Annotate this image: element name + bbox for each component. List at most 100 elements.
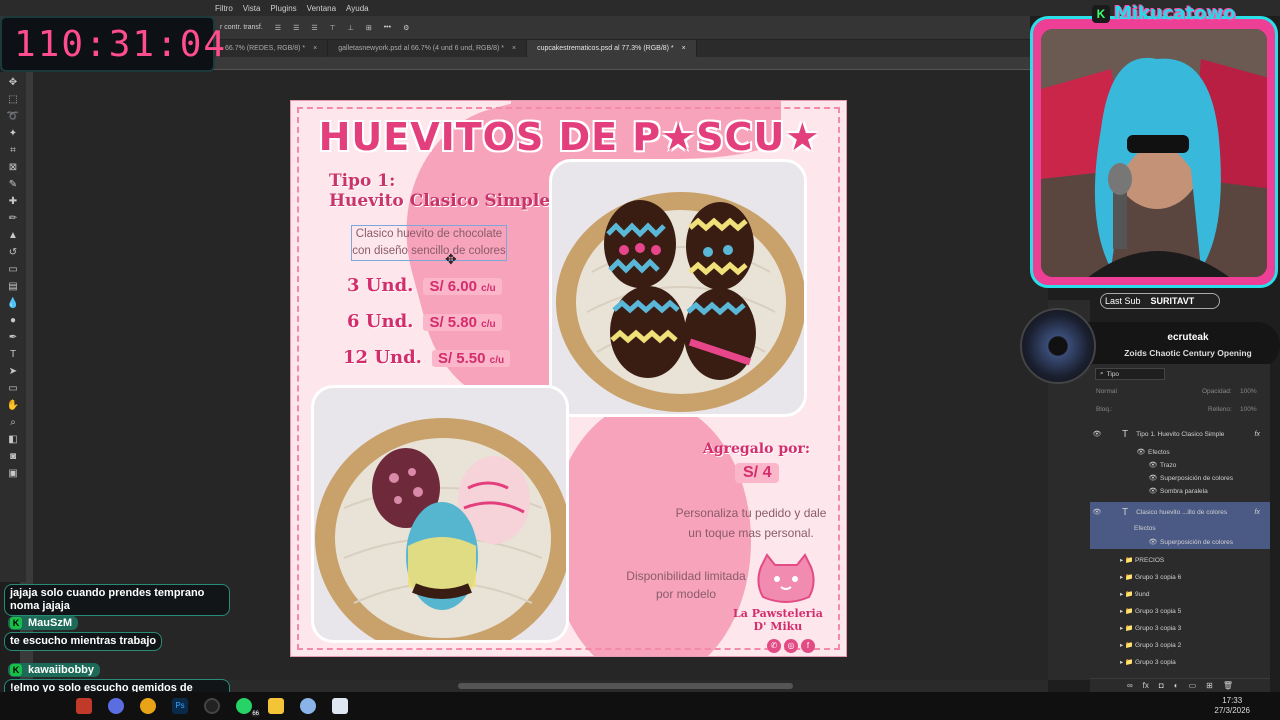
close-icon[interactable]: × xyxy=(512,45,516,52)
chat-username-text: kawaiibobby xyxy=(28,664,95,676)
menu-vista[interactable]: Vista xyxy=(243,4,261,13)
shape-tool-icon[interactable]: ▭ xyxy=(7,382,20,395)
magic-wand-icon[interactable]: ✦ xyxy=(7,127,20,140)
align-top-icon[interactable]: ⊤ xyxy=(330,24,336,32)
eyedropper-icon[interactable]: ✎ xyxy=(7,178,20,191)
visibility-eye-icon[interactable]: 👁 xyxy=(1146,487,1160,495)
new-layer-icon[interactable]: ⊞ xyxy=(1206,681,1213,690)
screen-mode-icon[interactable]: ▣ xyxy=(7,467,20,480)
layer-group-row[interactable]: ▸ 📁 9und xyxy=(1090,586,1270,602)
layer-effects-row[interactable]: Efectos xyxy=(1090,522,1270,535)
blur-tool-icon[interactable]: 💧 xyxy=(7,297,20,310)
whatsapp-icon: ✆ xyxy=(767,639,781,653)
pen-tool-icon[interactable]: ✒ xyxy=(7,331,20,344)
visibility-eye-icon[interactable]: 👁 xyxy=(1146,538,1160,546)
layer-group-row[interactable]: ▸ 📁 Grupo 3 copia 6 xyxy=(1090,569,1270,585)
fx-icon[interactable]: fx xyxy=(1255,431,1260,438)
quick-mask-icon[interactable]: ◙ xyxy=(7,450,20,463)
trash-icon[interactable]: 🗑 xyxy=(1223,681,1233,690)
visibility-eye-icon[interactable]: 👁 xyxy=(1146,474,1160,482)
tab-galletas[interactable]: galletasnewyork.psd al 66.7% (4 und 6 un… xyxy=(328,40,528,57)
align-middle-icon[interactable]: ⊥ xyxy=(348,24,354,32)
close-icon[interactable]: × xyxy=(313,45,317,52)
notepad-icon[interactable] xyxy=(332,698,348,714)
close-icon[interactable]: × xyxy=(682,45,686,52)
kick-badge-icon: K xyxy=(10,664,22,676)
system-clock[interactable]: 17:33 27/3/2026 xyxy=(1214,696,1250,716)
new-group-icon[interactable]: ▭ xyxy=(1189,681,1197,690)
tab-label: cupcakestrematicos.psd al 77.3% (RGB/8) … xyxy=(537,45,674,52)
visibility-eye-icon[interactable]: 👁 xyxy=(1134,448,1148,456)
align-right-icon[interactable]: ☰ xyxy=(311,24,317,32)
visibility-eye-icon[interactable]: 👁 xyxy=(1146,461,1160,469)
align-left-icon[interactable]: ☰ xyxy=(275,24,281,32)
layer-group-row[interactable]: ▸ 📁 Grupo 3 copia 5 xyxy=(1090,603,1270,619)
document-canvas[interactable]: HUEVITOS DE P★SCU★ Tipo 1: Huevito Clasi… xyxy=(290,100,847,657)
instagram-icon: ◎ xyxy=(784,639,798,653)
visibility-eye-icon[interactable]: 👁 xyxy=(1090,508,1104,516)
eggs-photo-1 xyxy=(549,159,807,417)
mask-icon[interactable]: ◘ xyxy=(1159,681,1164,690)
adjustment-icon[interactable]: ◐ xyxy=(1174,681,1179,690)
scrollbar-thumb[interactable] xyxy=(458,683,793,689)
price-suffix: c/u xyxy=(481,319,496,330)
layer-group-row[interactable]: ▸ 📁 PRECIOS xyxy=(1090,552,1270,568)
more-options-button[interactable]: ••• xyxy=(384,24,391,31)
photoshop-icon[interactable]: Ps xyxy=(172,698,188,714)
marquee-tool-icon[interactable]: ⬚ xyxy=(7,93,20,106)
layer-row[interactable]: 👁 T Tipo 1. Huevito Clasico Simple fx xyxy=(1090,426,1270,442)
blend-mode-select[interactable]: Normal xyxy=(1096,388,1117,395)
opacity-value[interactable]: 100% xyxy=(1240,388,1257,395)
chat-username-text: MauSzM xyxy=(28,617,72,629)
fill-value[interactable]: 100% xyxy=(1240,406,1257,413)
menu-ayuda[interactable]: Ayuda xyxy=(346,4,369,13)
selected-text-layer[interactable]: Clasico huevito de chocolate con diseño … xyxy=(351,225,507,261)
brave-icon[interactable] xyxy=(76,698,92,714)
layer-row-selected[interactable]: 👁 T Clasico huevito ...illo de colores fx xyxy=(1090,502,1270,522)
crop-tool-icon[interactable]: ⌗ xyxy=(7,144,20,157)
path-selection-icon[interactable]: ➤ xyxy=(7,365,20,378)
layer-group-row[interactable]: ▸ 📁 Grupo 3 copia xyxy=(1090,654,1270,670)
color-swatches-icon[interactable]: ◧ xyxy=(7,433,20,446)
menu-plugins[interactable]: Plugins xyxy=(270,4,296,13)
history-brush-icon[interactable]: ↺ xyxy=(7,246,20,259)
type-tool-icon[interactable]: T xyxy=(7,348,20,361)
tab-cupcakes[interactable]: cupcakestrematicos.psd al 77.3% (RGB/8) … xyxy=(527,40,697,57)
file-explorer-icon[interactable] xyxy=(268,698,284,714)
settings-gear-icon[interactable]: ⚙ xyxy=(403,24,409,32)
layer-group-row[interactable]: ▸ 📁 Grupo 3 copia 3 xyxy=(1090,620,1270,636)
tab-redes[interactable]: 66.7% (REDES, RGB/8) * × xyxy=(215,40,329,57)
chrome-icon[interactable] xyxy=(140,698,156,714)
discord-icon[interactable] xyxy=(108,698,124,714)
search-icon: ⌕ xyxy=(1100,370,1104,377)
frame-tool-icon[interactable]: ⊠ xyxy=(7,161,20,174)
layer-effect-row[interactable]: 👁 Superposición de colores xyxy=(1090,535,1270,549)
visibility-eye-icon[interactable]: 👁 xyxy=(1090,430,1104,438)
fx-icon[interactable]: fx xyxy=(1255,509,1260,516)
lasso-tool-icon[interactable]: ➰ xyxy=(7,110,20,123)
whatsapp-icon[interactable]: 66 xyxy=(236,698,260,717)
app-icon[interactable] xyxy=(300,698,316,714)
obs-icon[interactable] xyxy=(204,698,220,714)
price-row: 12 Und. S/ 5.50 c/u xyxy=(343,347,511,368)
price-value: S/ 6.00 c/u xyxy=(423,278,502,295)
layer-group-row[interactable]: ▸ 📁 Grupo 3 copia 2 xyxy=(1090,637,1270,653)
fx-icon[interactable]: fx xyxy=(1143,681,1149,690)
distribute-icon[interactable]: ⊞ xyxy=(366,24,372,32)
link-icon[interactable]: ∞ xyxy=(1127,681,1133,690)
move-tool-icon[interactable]: ✥ xyxy=(7,76,20,89)
gradient-tool-icon[interactable]: ▤ xyxy=(7,280,20,293)
dodge-tool-icon[interactable]: ● xyxy=(7,314,20,327)
brush-tool-icon[interactable]: ✏ xyxy=(7,212,20,225)
layer-name: Trazo xyxy=(1160,461,1177,469)
zoom-tool-icon[interactable]: ⌕ xyxy=(7,416,20,429)
stamp-tool-icon[interactable]: ▲ xyxy=(7,229,20,242)
layer-filter[interactable]: ⌕ Tipo xyxy=(1095,368,1165,380)
align-center-icon[interactable]: ☰ xyxy=(293,24,299,32)
menu-filtro[interactable]: Filtro xyxy=(215,4,233,13)
menu-ventana[interactable]: Ventana xyxy=(307,4,336,13)
healing-brush-icon[interactable]: ✚ xyxy=(7,195,20,208)
layer-effect-row[interactable]: 👁 Sombra paralela xyxy=(1090,483,1270,499)
eraser-tool-icon[interactable]: ▭ xyxy=(7,263,20,276)
hand-tool-icon[interactable]: ✋ xyxy=(7,399,20,412)
